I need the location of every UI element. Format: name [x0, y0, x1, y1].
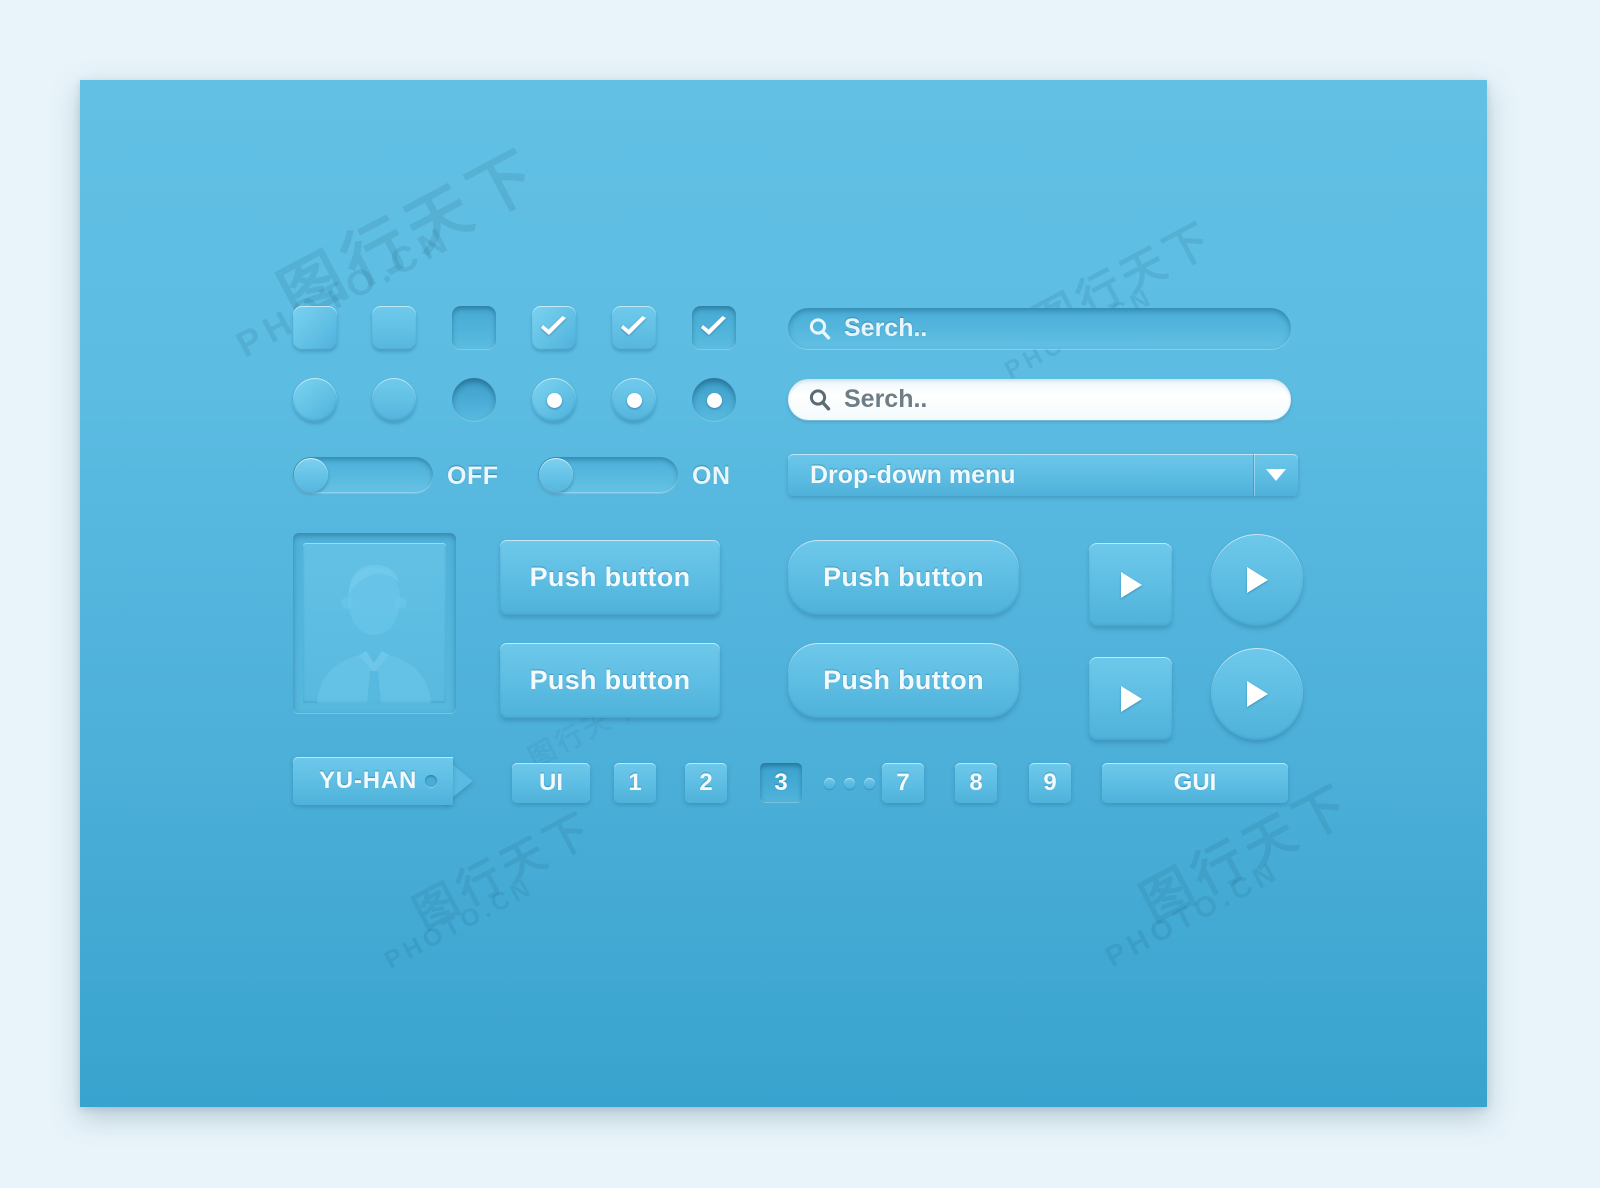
play-icon [1244, 565, 1270, 595]
toggle-knob[interactable] [294, 458, 328, 492]
checkbox-checked-normal[interactable] [612, 306, 656, 350]
toggle-on-label: ON [692, 462, 731, 490]
pagination-page-9[interactable]: 9 [1029, 763, 1071, 803]
tag-hole-icon [425, 775, 437, 787]
toggle-switch-on[interactable] [538, 457, 678, 493]
check-icon [532, 306, 576, 350]
ui-kit-panel: 图行天下 PHOTO.CN 图行天下 PHOTO.CN 图行天下 PHOTO.C… [80, 80, 1487, 1107]
play-button-circle-1[interactable] [1211, 534, 1303, 626]
toggle-off-label: OFF [447, 462, 499, 490]
play-icon [1118, 570, 1144, 600]
radio-dot-icon [626, 392, 642, 408]
chevron-down-icon[interactable] [1253, 454, 1298, 496]
watermark-photocn: PHOTO.CN [230, 218, 460, 366]
pagination-page-8[interactable]: 8 [955, 763, 997, 803]
avatar-frame[interactable] [293, 533, 456, 713]
search-bar-light[interactable]: Serch.. [788, 379, 1291, 420]
watermark-photocn: PHOTO.CN [380, 872, 539, 975]
pagination-ellipsis [824, 778, 875, 789]
search-input-light[interactable]: Serch.. [844, 385, 927, 414]
watermark-photocn: PHOTO.CN [1100, 854, 1286, 974]
ellipsis-dot [864, 778, 875, 789]
pagination-first[interactable]: UI [512, 763, 590, 803]
pagination-page-7[interactable]: 7 [882, 763, 924, 803]
play-button-square-2[interactable] [1089, 657, 1172, 740]
pagination-last[interactable]: GUI [1102, 763, 1288, 803]
toggle-switch-off[interactable] [293, 457, 433, 493]
push-button-rect-2[interactable]: Push button [500, 643, 720, 718]
ellipsis-dot [844, 778, 855, 789]
radio-dot-icon [546, 392, 562, 408]
checkbox-unchecked-pressed[interactable] [452, 306, 496, 350]
radio-selected-normal[interactable] [612, 378, 656, 422]
push-button-pill-1[interactable]: Push button [788, 540, 1019, 615]
ellipsis-dot [824, 778, 835, 789]
avatar [303, 543, 446, 703]
play-icon [1244, 679, 1270, 709]
dropdown-menu[interactable]: Drop-down menu [788, 454, 1298, 496]
search-icon [808, 317, 832, 341]
search-icon [808, 388, 832, 412]
search-input-dark[interactable]: Serch.. [844, 314, 927, 343]
push-button-pill-2[interactable]: Push button [788, 643, 1019, 718]
play-button-circle-2[interactable] [1211, 648, 1303, 740]
checkbox-unchecked-hover[interactable] [293, 306, 337, 350]
search-bar-dark[interactable]: Serch.. [788, 308, 1291, 349]
checkbox-unchecked-normal[interactable] [372, 306, 416, 350]
play-button-square-1[interactable] [1089, 543, 1172, 626]
radio-dot-icon [706, 392, 722, 408]
pagination-page-1[interactable]: 1 [614, 763, 656, 803]
radio-unselected-normal[interactable] [372, 378, 416, 422]
check-icon [692, 306, 736, 350]
radio-selected-pressed[interactable] [692, 378, 736, 422]
play-icon [1118, 684, 1144, 714]
radio-unselected-hover[interactable] [293, 378, 337, 422]
dropdown-selected-value: Drop-down menu [810, 460, 1016, 489]
push-button-rect-1[interactable]: Push button [500, 540, 720, 615]
yu-han-tag[interactable]: YU-HAN [293, 757, 473, 805]
checkbox-checked-pressed[interactable] [692, 306, 736, 350]
radio-selected-hover[interactable] [532, 378, 576, 422]
watermark-cjk: 图行天下 [406, 803, 603, 939]
radio-unselected-pressed[interactable] [452, 378, 496, 422]
watermark-cjk: 图行天下 [268, 137, 554, 333]
toggle-knob[interactable] [539, 458, 573, 492]
check-icon [612, 306, 656, 350]
user-silhouette-icon [317, 565, 431, 703]
pagination-page-3[interactable]: 3 [760, 763, 802, 803]
checkbox-checked-hover[interactable] [532, 306, 576, 350]
pagination-page-2[interactable]: 2 [685, 763, 727, 803]
